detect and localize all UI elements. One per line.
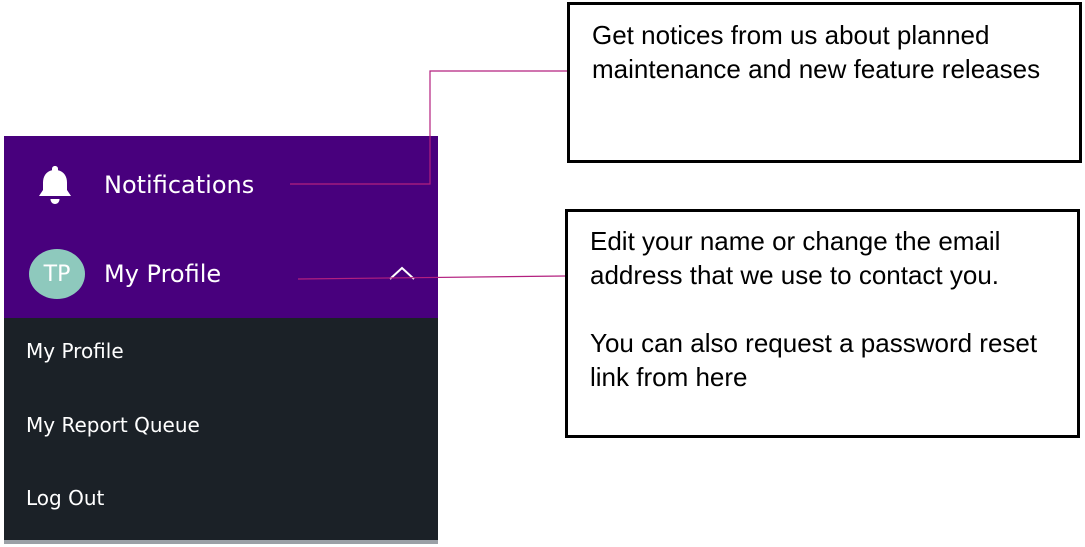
- nav-item-notifications[interactable]: Notifications: [4, 162, 438, 208]
- submenu-bottom-divider: [4, 540, 438, 544]
- notifications-callout: Get notices from us about planned mainte…: [567, 2, 1082, 163]
- avatar-initials: TP: [43, 261, 71, 287]
- nav-item-my-profile[interactable]: TP My Profile: [4, 249, 438, 299]
- my-profile-label: My Profile: [104, 260, 222, 288]
- chevron-up-icon[interactable]: [387, 265, 417, 281]
- submenu-item-my-report-queue[interactable]: My Report Queue: [26, 413, 200, 437]
- profile-callout-paragraph-1: Edit your name or change the email addre…: [590, 226, 1001, 290]
- profile-callout: Edit your name or change the email addre…: [565, 209, 1080, 438]
- avatar: TP: [29, 249, 85, 299]
- submenu-item-log-out[interactable]: Log Out: [26, 486, 104, 510]
- nav-header: Notifications TP My Profile: [4, 136, 438, 318]
- bell-icon: [39, 166, 71, 204]
- profile-callout-paragraph-2: You can also request a password reset li…: [590, 328, 1038, 392]
- notifications-callout-text: Get notices from us about planned mainte…: [592, 20, 1041, 84]
- submenu-item-my-profile[interactable]: My Profile: [26, 339, 124, 363]
- notifications-label: Notifications: [104, 171, 255, 199]
